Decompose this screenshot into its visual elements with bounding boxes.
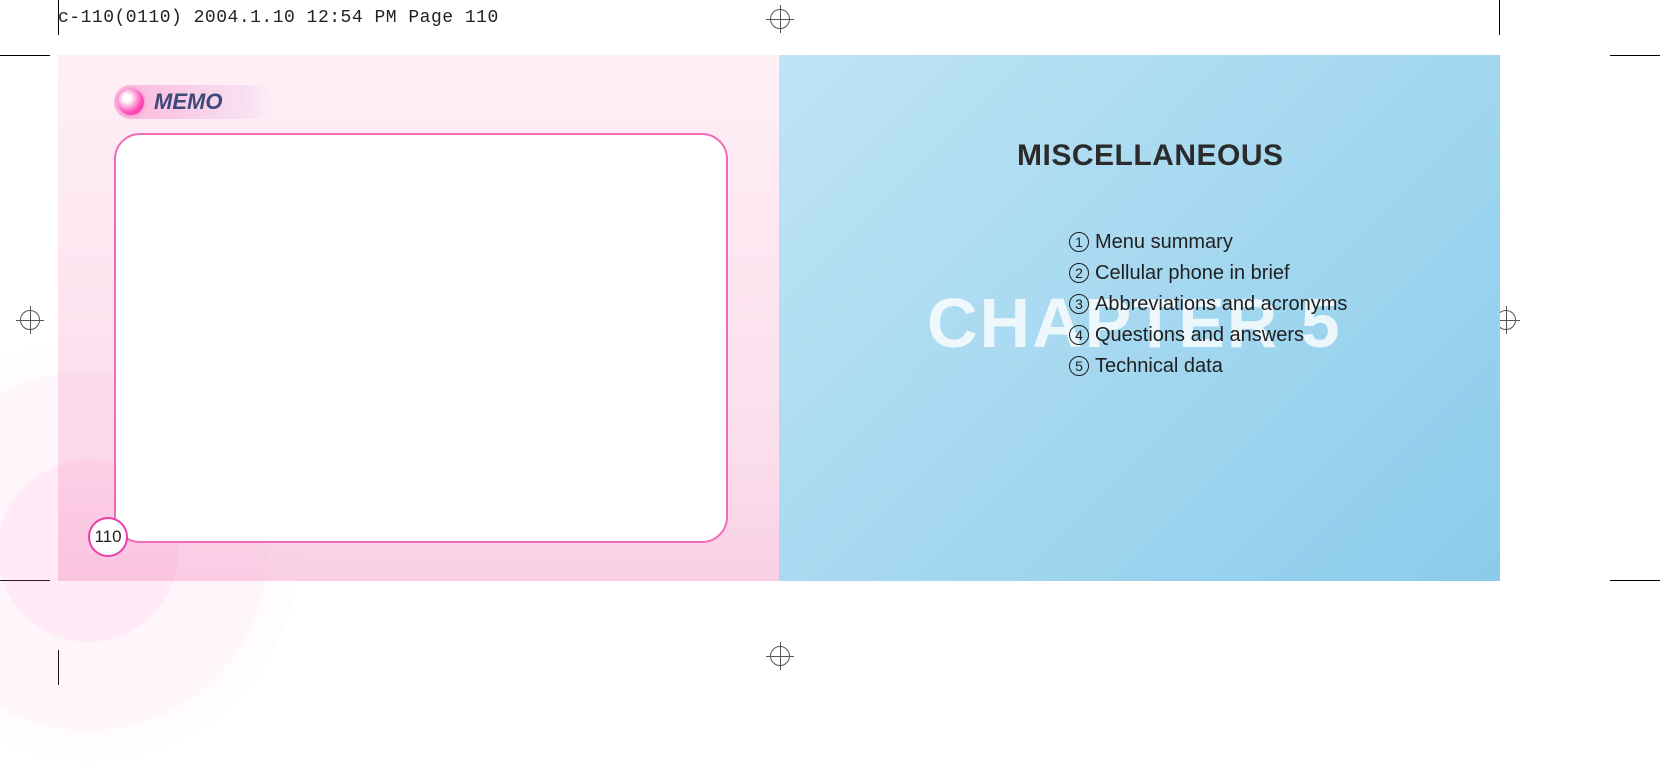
toc-label: Cellular phone in brief <box>1095 262 1290 284</box>
page-number-badge: 110 <box>88 517 128 557</box>
toc-label: Menu summary <box>1095 231 1233 253</box>
toc-num-icon: 1 <box>1069 232 1089 252</box>
crop-mark <box>0 55 50 56</box>
toc-item: 4 Questions and answers <box>1069 320 1347 351</box>
registration-mark-icon <box>766 642 794 670</box>
crop-mark <box>1610 580 1660 581</box>
toc-num-icon: 3 <box>1069 294 1089 314</box>
page-spread: MEMO 110 CHAPTER 5 MISCELLANEOUS 1Menu s… <box>58 55 1500 581</box>
toc-item: 2 Cellular phone in brief <box>1069 258 1347 289</box>
crop-mark <box>1610 55 1660 56</box>
registration-mark-icon <box>766 5 794 33</box>
page-title: MISCELLANEOUS <box>1017 139 1284 173</box>
crop-mark <box>58 0 59 35</box>
toc-item: 3 Abbreviations and acronyms <box>1069 289 1347 320</box>
toc-num-icon: 2 <box>1069 263 1089 283</box>
memo-tab: MEMO <box>114 85 274 119</box>
toc-label: Questions and answers <box>1095 324 1304 346</box>
toc-num-icon: 4 <box>1069 325 1089 345</box>
crop-mark <box>1499 0 1500 35</box>
left-page: MEMO 110 <box>58 55 779 581</box>
memo-dot-icon <box>118 89 144 115</box>
toc-item: 5 Technical data <box>1069 351 1347 382</box>
toc-item: 1 Menu summary <box>1069 227 1347 258</box>
right-page: CHAPTER 5 MISCELLANEOUS 1Menu summary 2C… <box>779 55 1500 581</box>
toc-label: Abbreviations and acronyms <box>1095 293 1347 315</box>
toc-num-icon: 5 <box>1069 356 1089 376</box>
memo-label: MEMO <box>154 89 222 115</box>
registration-mark-icon <box>16 306 44 334</box>
print-meta-header: c-110(0110) 2004.1.10 12:54 PM Page 110 <box>58 8 499 28</box>
toc-list: 1 Menu summary 2 Cellular phone in brief 3… <box>1069 227 1347 382</box>
toc-label: Technical data <box>1095 355 1223 377</box>
memo-box <box>114 133 728 543</box>
